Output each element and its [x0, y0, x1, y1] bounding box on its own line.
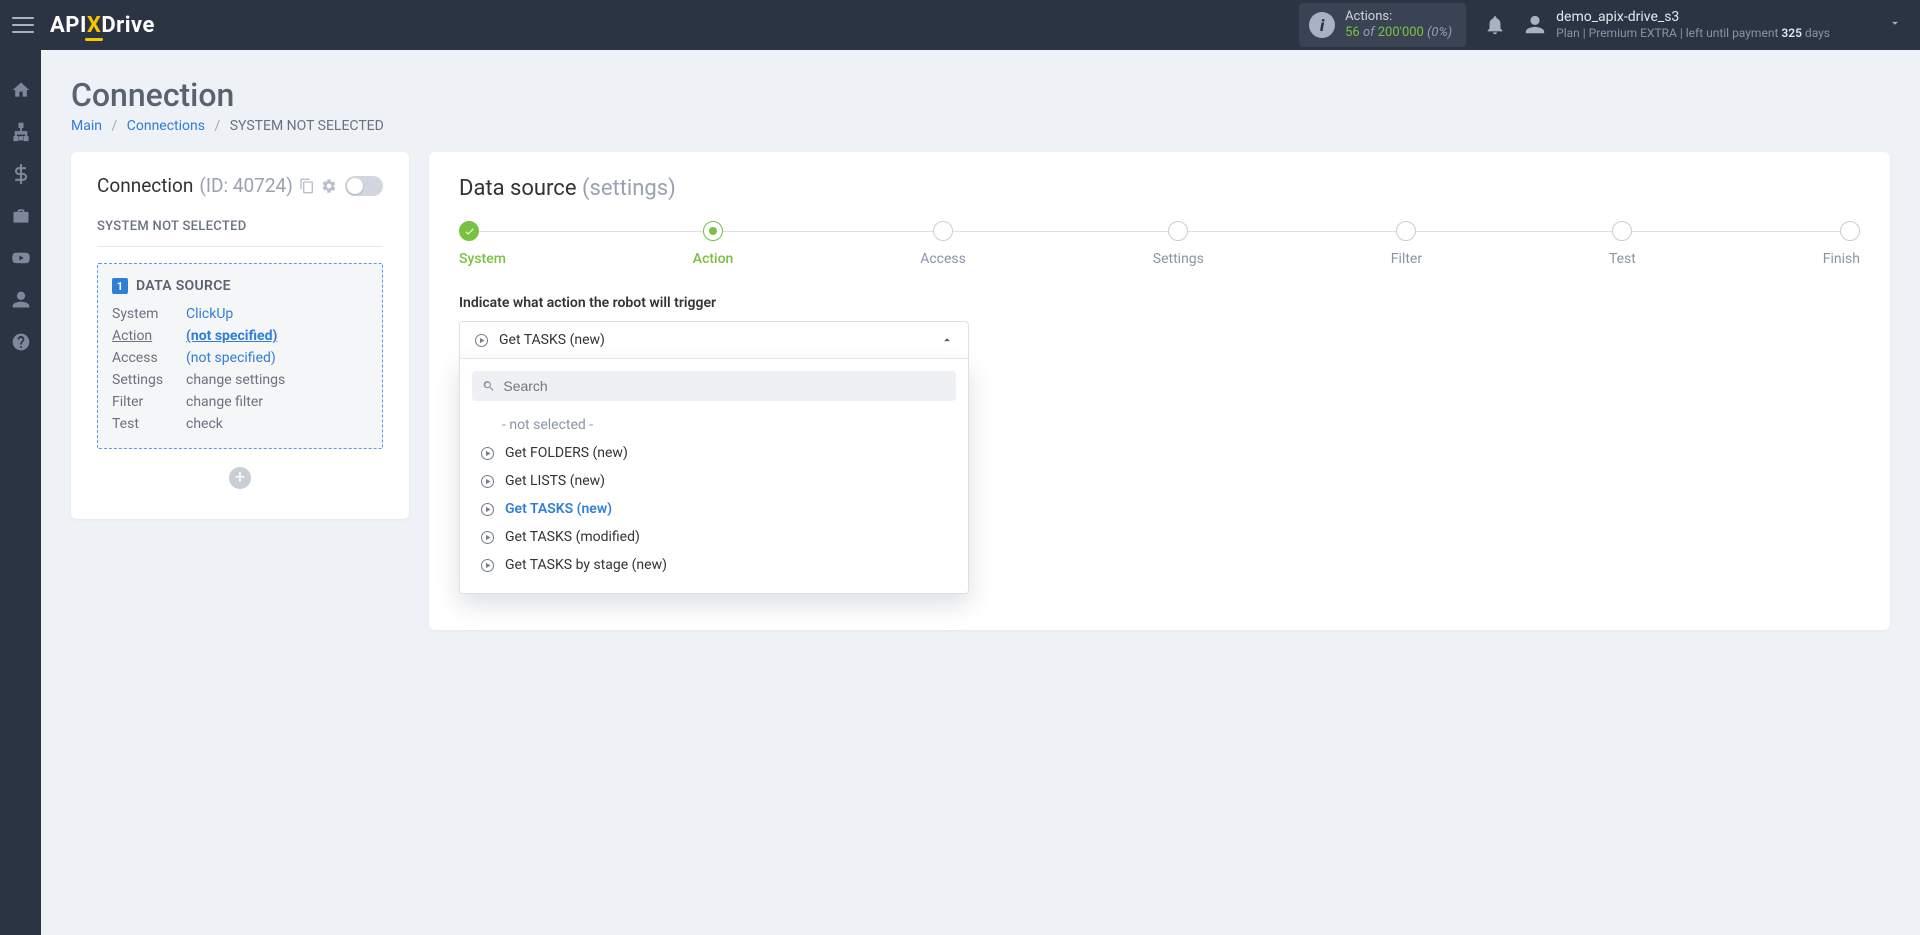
step-test[interactable]: Test — [1609, 221, 1636, 267]
step-action[interactable]: Action — [693, 221, 734, 267]
option-none[interactable]: - not selected - — [476, 415, 952, 435]
step-system[interactable]: System — [459, 221, 506, 267]
logo-drive: Drive — [101, 13, 155, 38]
search-input[interactable] — [503, 378, 946, 394]
play-icon — [480, 558, 495, 573]
option-tasks-stage[interactable]: Get TASKS by stage (new) — [476, 555, 952, 575]
play-icon — [480, 530, 495, 545]
step-filter[interactable]: Filter — [1391, 221, 1422, 267]
row-filter-key: Filter — [112, 394, 186, 410]
row-access-key: Access — [112, 350, 186, 366]
data-source-rows: System ClickUp Action (not specified) Ac… — [112, 306, 368, 432]
search-icon — [482, 379, 495, 393]
actions-label: Actions: — [1345, 9, 1452, 25]
briefcase-icon[interactable] — [11, 206, 31, 226]
row-action-val[interactable]: (not specified) — [186, 328, 368, 344]
row-access-val[interactable]: (not specified) — [186, 350, 368, 366]
breadcrumb: Main / Connections / SYSTEM NOT SELECTED — [71, 118, 1890, 134]
settings-header: Data source (settings) — [459, 176, 1860, 201]
actions-of: of — [1363, 25, 1375, 40]
chevron-up-icon — [940, 333, 954, 347]
dropdown-body: - not selected - Get FOLDERS (new) Get L… — [459, 359, 969, 594]
dropdown-list: - not selected - Get FOLDERS (new) Get L… — [472, 411, 956, 581]
copy-icon[interactable] — [299, 178, 315, 194]
logo[interactable]: APIXDrive — [50, 13, 155, 38]
connection-header: Connection (ID: 40724) — [97, 174, 383, 197]
youtube-icon[interactable] — [11, 248, 31, 268]
option-folders[interactable]: Get FOLDERS (new) — [476, 443, 952, 463]
info-icon: i — [1309, 12, 1335, 38]
topbar-right: i Actions: 56 of 200'000 (0%) demo_apix-… — [1299, 3, 1908, 48]
connection-id: (ID: 40724) — [199, 174, 292, 197]
add-button[interactable]: + — [229, 467, 251, 489]
actions-total: 200'000 — [1378, 25, 1424, 40]
system-not-selected-label: SYSTEM NOT SELECTED — [97, 209, 383, 247]
row-test-val[interactable]: check — [186, 416, 368, 432]
row-action-key: Action — [112, 328, 186, 344]
breadcrumb-main[interactable]: Main — [71, 118, 102, 134]
row-filter-val[interactable]: change filter — [186, 394, 368, 410]
action-field-label: Indicate what action the robot will trig… — [459, 295, 1860, 311]
hamburger-menu-icon[interactable] — [12, 17, 34, 33]
row-settings-val[interactable]: change settings — [186, 372, 368, 388]
logo-x: X — [87, 13, 101, 38]
avatar-icon — [1524, 14, 1546, 36]
data-source-title: 1 DATA SOURCE — [112, 278, 368, 294]
row-test-key: Test — [112, 416, 186, 432]
stepper: System Action Access Settings Filter Tes… — [459, 221, 1860, 267]
step-finish[interactable]: Finish — [1823, 221, 1860, 267]
step-settings[interactable]: Settings — [1153, 221, 1204, 267]
row-system-key: System — [112, 306, 186, 322]
row-settings-key: Settings — [112, 372, 186, 388]
action-dropdown: Get TASKS (new) - not selected - G — [459, 321, 969, 594]
dropdown-search[interactable] — [472, 371, 956, 401]
actions-count: 56 — [1345, 25, 1360, 40]
option-lists[interactable]: Get LISTS (new) — [476, 471, 952, 491]
option-tasks-new[interactable]: Get TASKS (new) — [476, 499, 952, 519]
main: Connection Main / Connections / SYSTEM N… — [41, 50, 1920, 935]
connection-title: Connection — [97, 174, 193, 197]
data-source-badge: 1 — [112, 278, 128, 294]
user-icon[interactable] — [11, 290, 31, 310]
play-icon — [474, 333, 489, 348]
row-system-val[interactable]: ClickUp — [186, 306, 368, 322]
dropdown-selected: Get TASKS (new) — [499, 332, 605, 348]
play-icon — [480, 446, 495, 461]
data-source-box[interactable]: 1 DATA SOURCE System ClickUp Action (not… — [97, 263, 383, 449]
help-icon[interactable] — [11, 332, 31, 352]
option-tasks-mod[interactable]: Get TASKS (modified) — [476, 527, 952, 547]
play-icon — [480, 502, 495, 517]
logo-api: API — [50, 13, 87, 38]
user-name: demo_apix-drive_s3 — [1556, 9, 1830, 26]
topbar: APIXDrive i Actions: 56 of 200'000 (0%) … — [0, 0, 1920, 50]
user-caret-icon[interactable] — [1888, 16, 1902, 34]
actions-box[interactable]: i Actions: 56 of 200'000 (0%) — [1299, 3, 1466, 48]
breadcrumb-current: SYSTEM NOT SELECTED — [230, 118, 384, 134]
bell-icon[interactable] — [1484, 14, 1506, 36]
breadcrumb-connections[interactable]: Connections — [127, 118, 205, 134]
dropdown-head[interactable]: Get TASKS (new) — [459, 321, 969, 359]
user-subline: Plan | Premium EXTRA | left until paymen… — [1556, 26, 1830, 40]
actions-text: Actions: 56 of 200'000 (0%) — [1345, 9, 1452, 42]
step-access[interactable]: Access — [920, 221, 966, 267]
user-text: demo_apix-drive_s3 Plan | Premium EXTRA … — [1556, 9, 1830, 40]
home-icon[interactable] — [11, 80, 31, 100]
sitemap-icon[interactable] — [11, 122, 31, 142]
gear-icon[interactable] — [321, 178, 337, 194]
connection-card: Connection (ID: 40724) SYSTEM NOT SELECT… — [71, 152, 409, 519]
play-icon — [480, 474, 495, 489]
actions-pct: (0%) — [1427, 25, 1452, 40]
enable-toggle[interactable] — [345, 176, 383, 196]
settings-card: Data source (settings) System Action Acc… — [429, 152, 1890, 630]
page-title: Connection — [71, 76, 1890, 114]
user-block[interactable]: demo_apix-drive_s3 Plan | Premium EXTRA … — [1524, 9, 1830, 40]
dollar-icon[interactable] — [11, 164, 31, 184]
sidebar — [0, 50, 41, 935]
